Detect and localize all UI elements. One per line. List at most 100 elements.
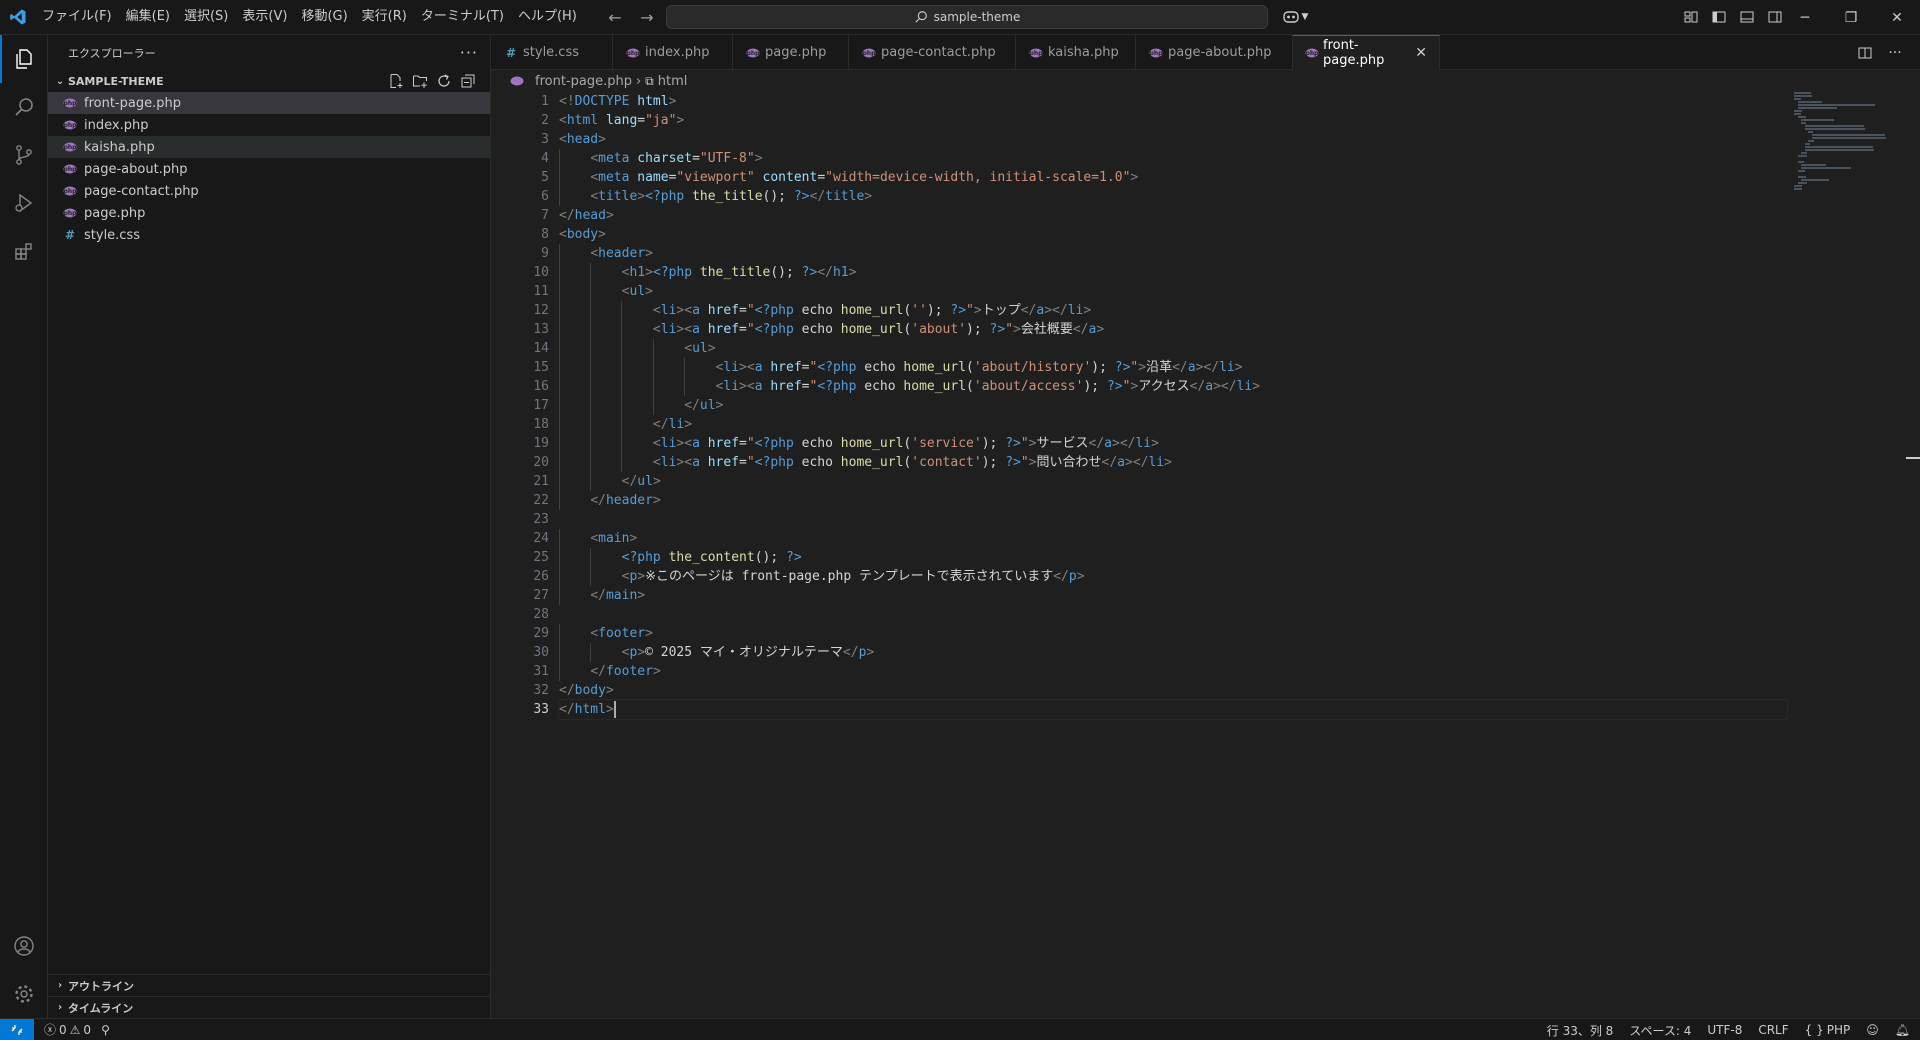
code-line: <meta name="viewport" content="width=dev… <box>559 168 1759 187</box>
restore-icon[interactable]: ❐ <box>1828 0 1874 35</box>
timeline-section[interactable]: › タイムライン <box>48 996 490 1018</box>
split-editor-icon[interactable] <box>1854 42 1876 64</box>
minimize-icon[interactable]: ─ <box>1782 0 1828 35</box>
scrollbar[interactable] <box>1906 457 1920 459</box>
line-number: 29 <box>533 626 549 641</box>
file-item[interactable]: php kaisha.php <box>48 136 490 158</box>
php-file-icon <box>509 73 525 89</box>
forward-arrow-icon[interactable]: → <box>636 6 658 28</box>
minimap-line <box>1801 122 1806 124</box>
cursor-position[interactable]: 行 33、列 8 <box>1547 1022 1614 1039</box>
breadcrumb-symbol[interactable]: html <box>658 74 688 89</box>
collapse-all-icon[interactable] <box>458 71 478 91</box>
accounts-icon[interactable] <box>0 922 48 970</box>
line-number: 16 <box>533 379 549 394</box>
more-actions-icon[interactable]: ··· <box>460 43 478 62</box>
code-line: </ul> <box>559 396 1759 415</box>
timeline-label: タイムライン <box>68 1001 134 1015</box>
tab-kaisha-php[interactable]: php kaisha.php <box>1016 35 1136 70</box>
outline-label: アウトライン <box>68 979 134 993</box>
minimap[interactable] <box>1794 92 1904 190</box>
status-bar: ⓧ 0 ⚠ 0 ⚲ 行 33、列 8 スペース: 4 UTF-8 CRLF { … <box>0 1018 1920 1040</box>
ports-icon[interactable]: ⚲ <box>101 1023 110 1037</box>
file-item[interactable]: php page-about.php <box>48 158 490 180</box>
code-line: <footer> <box>559 624 1759 643</box>
tab-page-php[interactable]: php page.php <box>733 35 849 70</box>
menu-item[interactable]: ファイル(F) <box>35 5 119 29</box>
breadcrumb: front-page.php › ⧉ html <box>491 70 1920 92</box>
more-actions-icon[interactable]: ··· <box>1884 42 1906 64</box>
code-line: </html> <box>558 699 1788 720</box>
folder-section-header[interactable]: ⌄ SAMPLE-THEME <box>48 70 490 92</box>
file-name: kaisha.php <box>84 139 155 155</box>
remote-indicator-icon[interactable] <box>0 1018 34 1040</box>
toggle-primary-sidebar-icon[interactable] <box>1708 6 1730 28</box>
menu-item[interactable]: 移動(G) <box>294 5 354 29</box>
command-center[interactable]: sample-theme <box>666 5 1268 29</box>
problems-indicator[interactable]: ⓧ 0 ⚠ 0 <box>44 1021 91 1038</box>
tab-front-page-php[interactable]: php front-page.php ✕ <box>1293 35 1440 70</box>
encoding[interactable]: UTF-8 <box>1707 1023 1742 1037</box>
extensions-icon[interactable] <box>0 227 48 275</box>
php-file-icon: php <box>62 139 78 155</box>
command-center-label: sample-theme <box>933 10 1021 24</box>
indentation[interactable]: スペース: 4 <box>1629 1022 1691 1039</box>
line-number: 18 <box>533 417 549 432</box>
tab-label: page.php <box>765 45 827 60</box>
svg-text:php: php <box>747 50 760 57</box>
file-item[interactable]: php page-contact.php <box>48 180 490 202</box>
run-debug-icon[interactable] <box>0 179 48 227</box>
menu-item[interactable]: ターミナル(T) <box>414 5 511 29</box>
menu-item[interactable]: ヘルプ(H) <box>511 5 584 29</box>
file-item[interactable]: php index.php <box>48 114 490 136</box>
tab-page-contact-php[interactable]: php page-contact.php <box>849 35 1016 70</box>
menu-item[interactable]: 選択(S) <box>177 5 235 29</box>
new-file-icon[interactable] <box>386 71 406 91</box>
breadcrumb-file[interactable]: front-page.php <box>535 74 632 89</box>
toggle-panel-icon[interactable] <box>1736 6 1758 28</box>
minimap-line <box>1797 101 1822 103</box>
code-line: <li><a href="<?php echo home_url(''); ?>… <box>559 301 1759 320</box>
refresh-icon[interactable] <box>434 71 454 91</box>
svg-text:php: php <box>1030 50 1043 57</box>
php-file-icon: php <box>62 117 78 133</box>
back-arrow-icon[interactable]: ← <box>604 6 626 28</box>
tab-index-php[interactable]: php index.php <box>613 35 733 70</box>
file-item[interactable]: # style.css <box>48 224 490 246</box>
close-icon[interactable]: ✕ <box>1415 45 1427 61</box>
menu-item[interactable]: 編集(E) <box>119 5 177 29</box>
vscode-logo-icon <box>0 0 35 35</box>
tab-page-about-php[interactable]: php page-about.php <box>1136 35 1293 70</box>
svg-text:php: php <box>64 144 77 151</box>
editor-tabs: # style.css php index.php php page.php php page… <box>491 35 1920 70</box>
svg-text:php: php <box>64 210 77 217</box>
close-window-icon[interactable]: ✕ <box>1874 0 1920 35</box>
minimap-line <box>1794 185 1802 187</box>
menu-item[interactable]: 表示(V) <box>235 5 294 29</box>
new-folder-icon[interactable] <box>410 71 430 91</box>
line-number: 5 <box>541 170 549 185</box>
outline-section[interactable]: › アウトライン <box>48 974 490 996</box>
line-ending[interactable]: CRLF <box>1758 1023 1788 1037</box>
search-activity-icon[interactable] <box>0 83 48 131</box>
minimap-line <box>1801 179 1829 181</box>
copilot-status-icon[interactable]: ☺ <box>1866 1023 1879 1037</box>
line-number: 14 <box>533 341 549 356</box>
file-item[interactable]: php front-page.php <box>48 92 490 114</box>
text-cursor <box>613 701 616 718</box>
code-line: </li> <box>559 415 1759 434</box>
settings-gear-icon[interactable] <box>0 970 48 1018</box>
code-editor[interactable]: 1 2 3 4 5 6 7 8 9 10 11 12 13 14 15 16 17 18 19 20 21 22 23 24 2… <box>491 92 1920 1018</box>
code-content[interactable]: <!DOCTYPE html> <html lang="ja"> <head> <m… <box>558 92 1788 720</box>
language-mode[interactable]: { } PHP <box>1805 1023 1851 1037</box>
menu-item[interactable]: 実行(R) <box>355 5 414 29</box>
source-control-icon[interactable] <box>0 131 48 179</box>
line-number: 32 <box>533 683 549 698</box>
file-item[interactable]: php page.php <box>48 202 490 224</box>
file-name: index.php <box>84 117 149 133</box>
tab-style-css[interactable]: # style.css <box>491 35 613 70</box>
notifications-bell-icon[interactable]: 🔔︎ <box>1895 1023 1910 1037</box>
copilot-button[interactable]: ▼ <box>1278 6 1312 28</box>
explorer-activity-icon[interactable] <box>0 35 48 83</box>
customize-layout-icon[interactable] <box>1680 6 1702 28</box>
